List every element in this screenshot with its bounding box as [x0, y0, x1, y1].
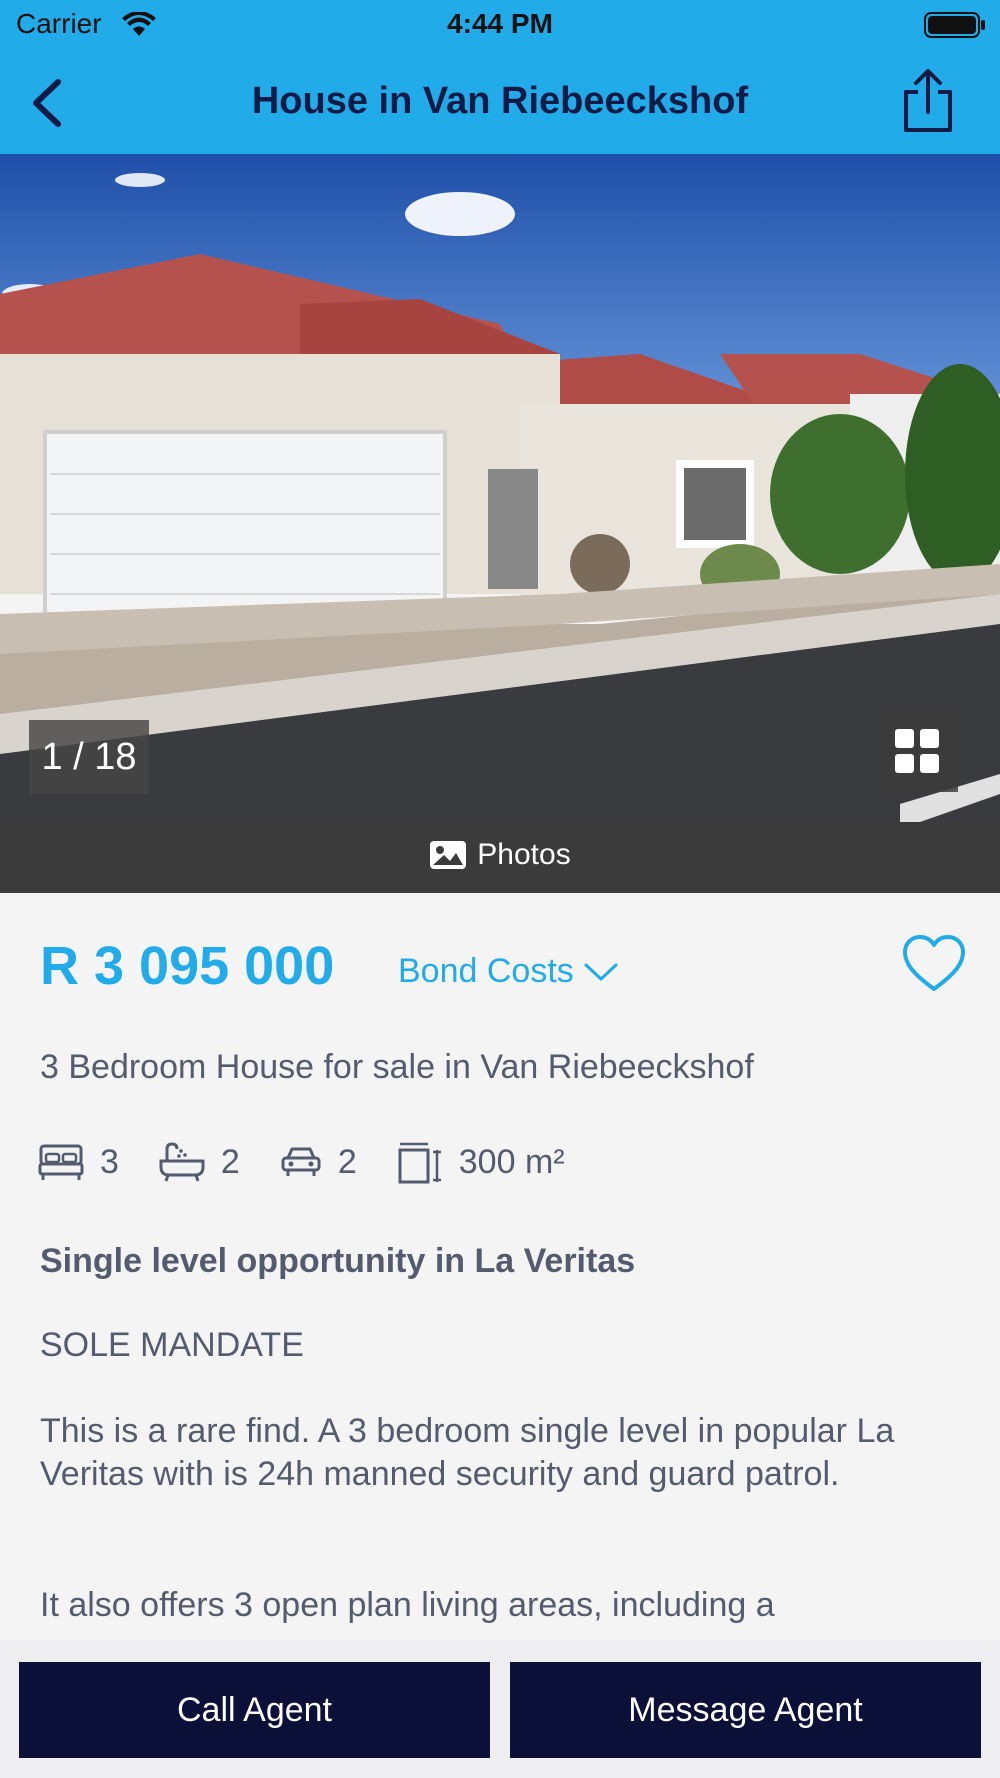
bond-costs-label: Bond Costs: [398, 952, 574, 990]
description-paragraph-2: It also offers 3 open plan living areas,…: [40, 1586, 775, 1624]
bedrooms-feature: 3: [38, 1142, 119, 1182]
floor-size-icon: [398, 1142, 441, 1184]
bathrooms-feature: 2: [159, 1141, 240, 1183]
call-agent-button[interactable]: Call Agent: [19, 1662, 490, 1758]
listing-price: R 3 095 000: [40, 936, 335, 996]
garages-count: 2: [337, 1142, 357, 1181]
clock: 4:44 PM: [447, 8, 553, 39]
chevron-down-icon: [584, 963, 618, 980]
grid-icon: [895, 729, 939, 773]
bedrooms-count: 3: [100, 1142, 119, 1181]
bathrooms-count: 2: [220, 1142, 240, 1181]
listing-photo[interactable]: 1 / 18: [0, 154, 1000, 822]
description-paragraph: This is a rare find. A 3 bedroom single …: [40, 1412, 895, 1493]
photos-tab-bar[interactable]: Photos: [0, 822, 1000, 893]
message-agent-button[interactable]: Message Agent: [510, 1662, 981, 1758]
size-value: 300 m²: [458, 1142, 565, 1181]
battery-icon: [924, 12, 985, 38]
navigation-bar: House in Van Riebeeckshof: [0, 50, 1000, 154]
house-photo-image: [0, 154, 1000, 822]
page-title: House in Van Riebeeckshof: [251, 80, 749, 122]
car-icon: [281, 1147, 321, 1176]
garages-feature: 2: [280, 1143, 357, 1182]
gallery-grid-button[interactable]: [876, 710, 958, 792]
listing-subtitle: 3 Bedroom House for sale in Van Riebeeck…: [40, 1048, 754, 1086]
favorite-heart-icon[interactable]: [902, 935, 966, 993]
bed-icon: [38, 1144, 84, 1180]
size-feature: 300 m²: [397, 1140, 565, 1184]
status-bar: Carrier 4:44 PM: [0, 0, 1000, 50]
bottom-action-bar: Call Agent Message Agent: [0, 1640, 1000, 1778]
features-row: 3 2 2 300 m²: [38, 1140, 605, 1184]
image-icon: [430, 841, 467, 869]
share-icon[interactable]: [900, 68, 956, 134]
bond-costs-toggle[interactable]: Bond Costs: [398, 952, 618, 991]
photos-label: Photos: [477, 838, 571, 871]
mandate-text: SOLE MANDATE: [40, 1326, 304, 1364]
listing-heading: Single level opportunity in La Veritas: [40, 1242, 636, 1280]
bathtub-icon: [159, 1142, 205, 1182]
photo-counter: 1 / 18: [29, 720, 149, 794]
